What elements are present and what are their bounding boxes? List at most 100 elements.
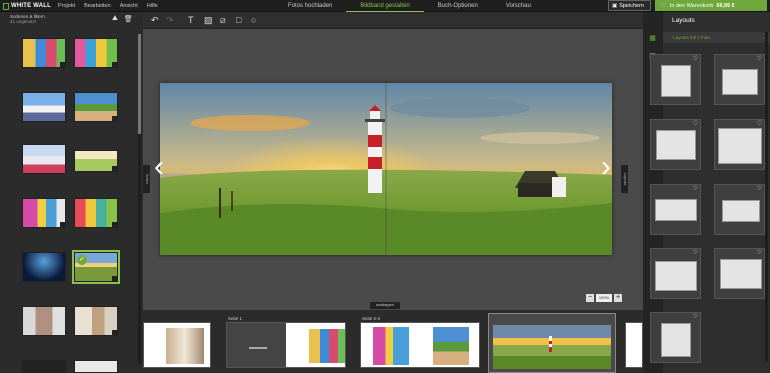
prev-spread-arrow-icon[interactable]: ‹	[154, 152, 164, 182]
page-label-1: Seite 1	[228, 316, 243, 321]
cover-title-bar	[249, 347, 267, 349]
layout-photo-slot	[661, 65, 691, 97]
layout-photo-slot	[720, 259, 762, 289]
favorite-heart-icon[interactable]: ♡	[757, 55, 762, 62]
photo-thumbnail[interactable]	[74, 92, 118, 122]
step-options[interactable]: Buch-Optionen	[424, 0, 492, 12]
favorite-heart-icon[interactable]: ♡	[693, 120, 698, 127]
step-navigation: Fotos hochladen Bildband gestalten Buch-…	[274, 0, 545, 12]
page-thumbnail-1[interactable]	[226, 322, 346, 368]
layout-photo-slot	[661, 323, 691, 357]
photo-thumbnail[interactable]	[74, 38, 118, 68]
add-text-icon[interactable]: T	[188, 15, 194, 25]
sort-filter-dropdown[interactable]: Sortieren & filtern 41 ungenutzt	[10, 14, 45, 24]
accordion-label: Layouts mit 1 Foto	[673, 35, 711, 40]
rectangle-icon[interactable]: □	[236, 15, 241, 25]
delete-icon[interactable]: 🗑	[124, 15, 133, 23]
photo-thumbnail[interactable]	[74, 198, 118, 228]
pages-side-tab[interactable]: Seiten	[143, 165, 150, 193]
photo-thumbnail-selected[interactable]: ✓	[72, 250, 120, 284]
cart-price: 69,95 €	[716, 2, 735, 9]
photo-thumbnail[interactable]	[22, 252, 66, 282]
usage-badge	[112, 276, 117, 281]
zoom-out-button[interactable]: −	[586, 294, 594, 302]
menu-hilfe[interactable]: Hilfe	[147, 3, 158, 9]
page-photo	[493, 325, 611, 369]
page-thumbnail-2-3[interactable]	[360, 322, 480, 368]
edit-frame-icon[interactable]: ⧄	[220, 15, 226, 25]
next-spread-arrow-icon[interactable]: ›	[601, 152, 611, 182]
photo-thumbnail[interactable]	[22, 306, 66, 336]
lighthouse-landscape-image	[160, 83, 612, 255]
favorite-heart-icon[interactable]: ♡	[693, 55, 698, 62]
page-thumbnail[interactable]	[143, 322, 211, 368]
menu-bar: Projekt Bearbeiten Ansicht Hilfe	[58, 0, 158, 12]
add-to-cart-button[interactable]: 🛒 In den Warenkorb 69,95 €	[655, 0, 767, 11]
favorite-heart-icon[interactable]: ♡	[757, 185, 762, 192]
favorite-heart-icon[interactable]: ♡	[757, 120, 762, 127]
save-label: Speichern	[619, 2, 644, 9]
menu-ansicht[interactable]: Ansicht	[120, 3, 138, 9]
step-preview[interactable]: Vorschau	[492, 0, 545, 12]
editor-workspace: Seiten Layouts ‹ › − 100% +	[143, 29, 643, 310]
page-thumbnail-4-5-active[interactable]	[488, 313, 616, 373]
layout-photo-slot	[722, 69, 758, 95]
photo-thumbnail[interactable]	[74, 306, 118, 336]
page-photo	[433, 327, 469, 365]
layout-option[interactable]: ♡	[650, 54, 701, 105]
layout-photo-slot	[718, 128, 762, 164]
photo-thumbnail[interactable]	[22, 92, 66, 122]
step-upload[interactable]: Fotos hochladen	[274, 0, 346, 12]
page-filmstrip: Seite 1 Seite 2-3 Seite 4-5	[143, 310, 643, 373]
layout-option[interactable]: ♡	[650, 312, 701, 363]
page-thumbnail-next[interactable]	[625, 322, 643, 368]
usage-badge	[112, 116, 117, 121]
menu-bearbeiten[interactable]: Bearbeiten	[84, 3, 111, 9]
page-photo	[373, 327, 409, 365]
favorite-heart-icon[interactable]: ♡	[693, 185, 698, 192]
add-photo-icon[interactable]: ⛰	[112, 15, 118, 23]
layout-option[interactable]: ♡	[650, 184, 701, 235]
brand-logo[interactable]: WHITE WALL	[3, 1, 51, 11]
usage-badge	[112, 166, 117, 171]
layout-option[interactable]: ♡	[650, 119, 701, 170]
layouts-side-tab[interactable]: Layouts	[621, 165, 628, 193]
unused-count: 41 ungenutzt	[10, 19, 37, 24]
step-design[interactable]: Bildband gestalten	[346, 0, 424, 12]
photo-thumbnail[interactable]	[22, 144, 66, 174]
layout-option[interactable]: ♡	[714, 119, 765, 170]
undo-icon[interactable]: ↶	[151, 15, 159, 25]
layout-option[interactable]: ♡	[714, 184, 765, 235]
menu-projekt[interactable]: Projekt	[58, 3, 75, 9]
layout-option[interactable]: ♡	[714, 248, 765, 299]
layouts-tab-icon[interactable]: ▦	[648, 34, 657, 43]
photo-scrollbar[interactable]	[138, 34, 141, 364]
lighthouse-mini	[549, 336, 552, 352]
photo-thumbnail[interactable]	[22, 38, 66, 68]
favorite-heart-icon[interactable]: ♡	[693, 313, 698, 320]
layout-option[interactable]: ♡	[650, 248, 701, 299]
photo-scrollbar-thumb[interactable]	[138, 34, 141, 134]
usage-badge	[112, 222, 117, 227]
zoom-in-button[interactable]: +	[614, 294, 622, 302]
layouts-panel: ▦ ▤ ◙ Layouts Layouts mit 1 Foto − ♡ ♡ ♡…	[643, 12, 770, 373]
add-image-icon[interactable]: ▨	[204, 15, 213, 25]
usage-badge	[60, 62, 65, 67]
photo-thumbnail[interactable]	[74, 360, 118, 373]
photo-thumbnail[interactable]	[74, 150, 118, 172]
favorite-heart-icon[interactable]: ♡	[693, 249, 698, 256]
layouts-scrollbar[interactable]	[765, 32, 768, 362]
favorite-heart-icon[interactable]: ♡	[757, 249, 762, 256]
logo-mark-icon	[3, 2, 9, 10]
photo-book-spread[interactable]	[160, 83, 612, 255]
layout-photo-slot	[655, 261, 697, 291]
photo-thumbnail[interactable]	[22, 198, 66, 228]
photo-panel: Sortieren & filtern 41 ungenutzt ⛰ 🗑 ✓	[0, 12, 143, 373]
photo-thumbnail[interactable]	[22, 360, 66, 373]
expand-filmstrip-button[interactable]: ausklappen	[370, 302, 400, 309]
save-button[interactable]: ▣ Speichern	[608, 0, 651, 11]
circle-icon[interactable]: ○	[251, 15, 256, 25]
redo-icon[interactable]: ↷	[166, 15, 174, 25]
layout-group-accordion[interactable]: Layouts mit 1 Foto −	[663, 32, 770, 43]
layout-option[interactable]: ♡	[714, 54, 765, 105]
